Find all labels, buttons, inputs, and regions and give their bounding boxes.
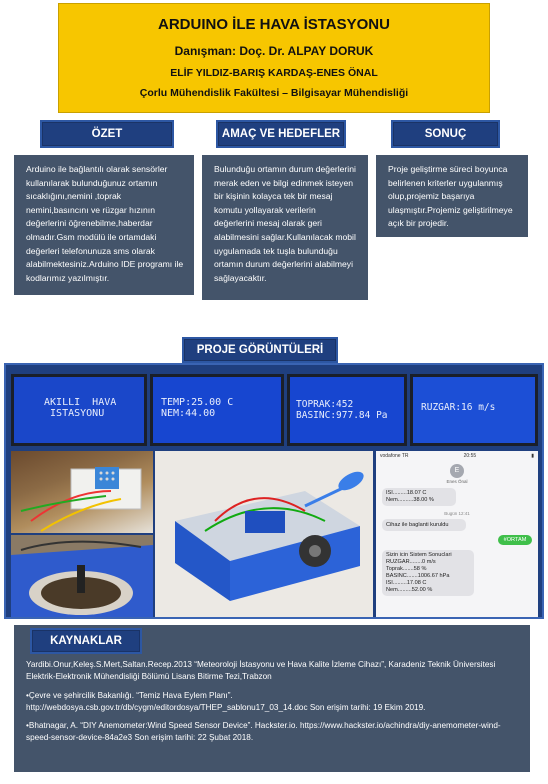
sonuc-header: SONUÇ — [391, 120, 500, 148]
lcd-1-line1: AKILLI HAVA — [38, 397, 117, 408]
lcd-screen-1: AKILLI HAVA ISTASYONU — [11, 374, 147, 446]
weather-station-box-photo — [155, 451, 373, 617]
sms-bubble-2: Cihaz ile baglanti kuruldu — [382, 519, 466, 531]
amac-panel: Bulunduğu ortamın durum değerlerini mera… — [202, 155, 368, 300]
sms-bubble-3: Sizin icin Sistem Sonuclari RUZGAR......… — [382, 550, 474, 596]
phone-status-bar: vodafone TR 20:55 ▮ — [376, 451, 538, 461]
sms3-line-6: Nem.........52.00 % — [386, 587, 433, 593]
phone-carrier: vodafone TR — [380, 453, 409, 459]
authors-line: ELİF YILDIZ-BARIŞ KARDAŞ-ENES ÖNAL — [170, 67, 378, 79]
sms-bubble-1: ISI.........18.07 C Nem..........38.00 % — [382, 488, 456, 506]
sms3-line-1: Sizin icin Sistem Sonuclari — [386, 552, 452, 558]
sonuc-text: Proje geliştirme süreci boyunca belirlen… — [388, 164, 513, 229]
proje-header: PROJE GÖRÜNTÜLERİ — [182, 337, 338, 363]
sms3-line-2: RUZGAR........0 m/s — [386, 559, 436, 565]
sms-sent-bubble: #ORTAM — [498, 535, 532, 545]
ozet-text: Arduino ile bağlantılı olarak sensörler … — [26, 164, 184, 283]
amac-header: AMAÇ VE HEDEFLER — [216, 120, 346, 148]
lcd-3-line1: TOPRAK:452 — [296, 399, 354, 410]
reference-3: •Bhatnagar, A. “DIY Anemometer:Wind Spee… — [26, 721, 501, 743]
sms3-line-4: BASINC.......1006.67 hPa — [386, 573, 450, 579]
lcd-2-line1: TEMP:25.00 C — [161, 397, 234, 408]
sms1-line-1: ISI.........18.07 C — [386, 490, 427, 496]
poster-title: ARDUINO İLE HAVA İSTASYONU — [158, 16, 390, 33]
phone-sms-screenshot: vodafone TR 20:55 ▮ E Enes Önal ISI.....… — [376, 451, 538, 617]
sms-timestamp: Bugün 12:41 — [444, 511, 470, 516]
sms1-line-2: Nem..........38.00 % — [386, 497, 434, 503]
breadboard-illustration — [20, 467, 142, 532]
lcd-screen-4: RUZGAR:16 m/s — [410, 374, 538, 446]
soil-pot-illustration — [11, 535, 153, 617]
amac-text: Bulunduğu ortamın durum değerlerini mera… — [214, 164, 356, 283]
contact-name: Enes Önal — [446, 479, 468, 484]
kaynaklar-header: KAYNAKLAR — [30, 628, 142, 654]
ozet-header: ÖZET — [40, 120, 174, 148]
lcd-1-line2: ISTASYONU — [38, 408, 105, 419]
contact-avatar: E — [450, 464, 464, 478]
lcd-screen-3: TOPRAK:452 BASINC:977.84 Pa — [287, 374, 407, 446]
reference-2: •Çevre ve şehircilik Bakanlığı. “Temiz H… — [26, 690, 426, 712]
phone-time: 20:55 — [463, 453, 477, 459]
battery-icon: ▮ — [531, 453, 534, 459]
lcd-2-line2: NEM:44.00 — [161, 408, 216, 419]
soil-sensor-photo — [11, 535, 153, 617]
faculty-line: Çorlu Mühendislik Fakültesi – Bilgisayar… — [139, 87, 409, 99]
contact-header: E Enes Önal — [376, 464, 538, 484]
breadboard-photo — [11, 451, 153, 533]
sonuc-panel: Proje geliştirme süreci boyunca belirlen… — [376, 155, 528, 237]
lcd-screen-2: TEMP:25.00 C NEM:44.00 — [150, 374, 284, 446]
station-box-illustration — [155, 451, 373, 617]
advisor-line: Danışman: Doç. Dr. ALPAY DORUK — [174, 44, 374, 58]
sms3-line-5: ISI.........17.08 C — [386, 580, 427, 586]
reference-1: Yardibi.Onur,Keleş.S.Mert,Saltan.Recep.2… — [26, 660, 496, 682]
lcd-3-line2: BASINC:977.84 Pa — [296, 410, 388, 421]
poster-title-box: ARDUINO İLE HAVA İSTASYONU Danışman: Doç… — [58, 3, 490, 113]
ozet-panel: Arduino ile bağlantılı olarak sensörler … — [14, 155, 194, 295]
lcd-4-line1: RUZGAR:16 m/s — [421, 402, 496, 413]
sms3-line-3: Toprak.......58 % — [386, 566, 427, 572]
